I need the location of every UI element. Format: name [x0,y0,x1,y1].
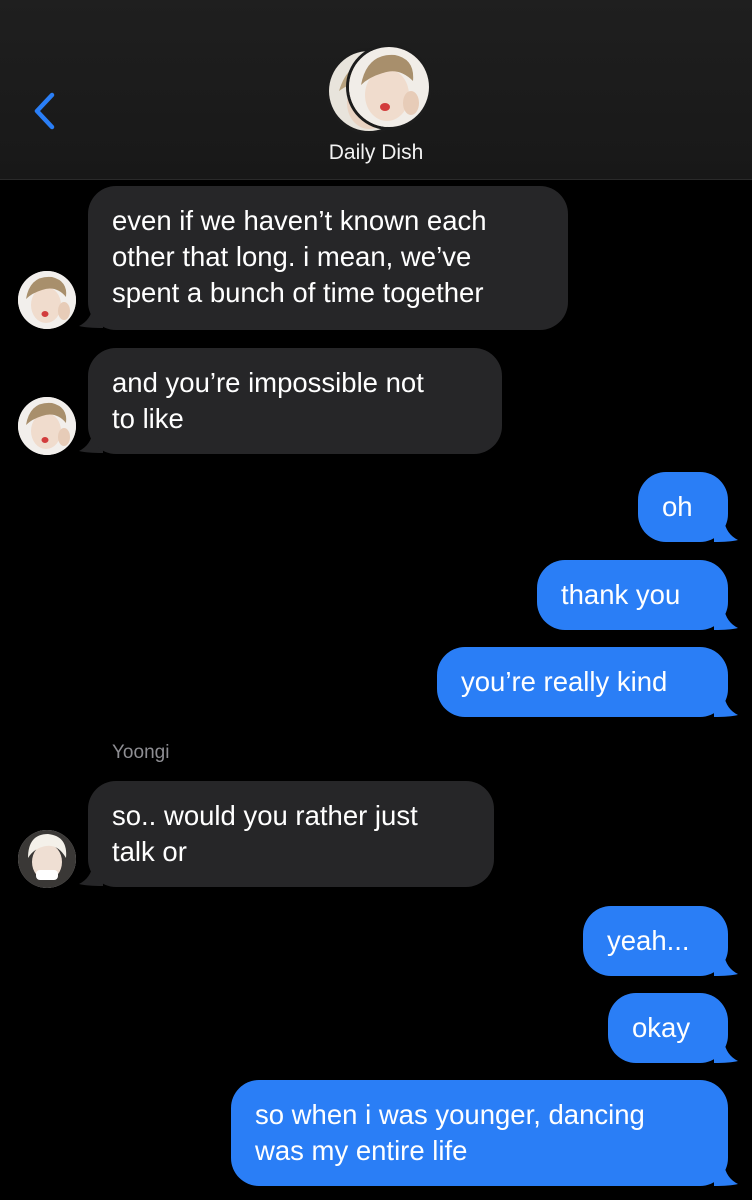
sender-name: Yoongi [112,742,170,763]
message-line: yeah... [607,925,690,956]
message-line: so when i was younger, dancing [255,1099,645,1130]
message-bubble-outgoing[interactable]: okay [608,993,728,1063]
message-bubble-outgoing[interactable]: thank you [537,560,728,630]
message-line: so.. would you rather just [112,800,418,831]
message-line: oh [662,491,693,522]
message-line: other that long. i mean, we’ve [112,241,472,272]
message-line: you’re really kind [461,666,668,697]
message-bubble-outgoing[interactable]: you’re really kind [437,647,728,717]
conversation-header: Daily Dish [0,0,752,180]
bubble-tail [714,695,738,717]
message-bubble-incoming[interactable]: and you’re impossible not to like [88,348,502,454]
bubble-tail [714,520,738,542]
contact-avatar[interactable] [18,271,76,329]
message-bubble-outgoing[interactable]: yeah... [583,906,728,976]
message-line: was my entire life [255,1135,468,1166]
group-avatar[interactable] [324,44,432,134]
contact-avatar[interactable] [18,397,76,455]
sender-avatar-yoongi[interactable] [18,830,76,888]
conversation-title: Daily Dish [328,141,424,164]
bubble-tail [714,954,738,976]
message-line: thank you [561,579,681,610]
message-bubble-incoming[interactable]: even if we haven’t known each other that… [88,186,568,330]
message-line: spent a bunch of time together [112,277,484,308]
bubble-tail [714,608,738,630]
message-line: talk or [112,836,187,867]
bubble-tail [714,1041,738,1063]
message-line: even if we haven’t known each [112,205,487,236]
chevron-left-icon [34,92,55,130]
back-button[interactable] [26,86,66,136]
bubble-tail [714,1164,738,1186]
group-avatar-member-2 [346,44,432,130]
message-bubble-outgoing[interactable]: so when i was younger, dancing was my en… [231,1080,728,1186]
message-line: to like [112,403,184,434]
message-line: okay [632,1012,691,1043]
message-line: and you’re impossible not [112,367,424,398]
message-bubble-incoming[interactable]: so.. would you rather just talk or [88,781,494,887]
